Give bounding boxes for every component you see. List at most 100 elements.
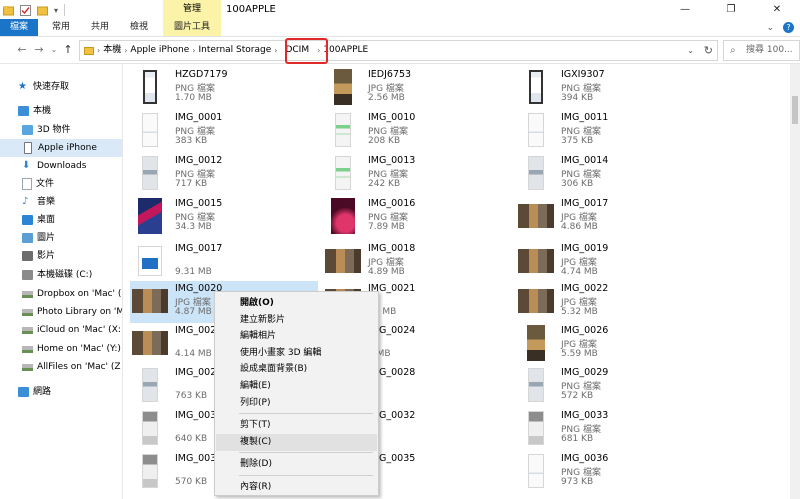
file-tile[interactable]: IMG_0019 JPG 檔案 4.74 MB bbox=[516, 241, 704, 283]
file-tile[interactable]: IMG_0017 JPG 檔案 4.86 MB bbox=[516, 196, 704, 238]
context-menu-item[interactable]: 內容(R) bbox=[216, 479, 377, 496]
breadcrumb-this-pc[interactable]: 本機 bbox=[103, 41, 121, 60]
contextual-tab-manage[interactable]: 管理 bbox=[163, 0, 221, 19]
help-icon[interactable]: ? bbox=[783, 22, 794, 33]
minimize-button[interactable]: — bbox=[662, 0, 708, 19]
nav-item[interactable]: Home on 'Mac' (Y:) bbox=[22, 340, 121, 358]
video-file-icon bbox=[138, 246, 162, 276]
file-tile[interactable]: IMG_0017 9.31 MB bbox=[130, 241, 318, 283]
maximize-button[interactable]: ❐ bbox=[708, 0, 754, 19]
title-separator bbox=[64, 4, 66, 16]
properties-check-icon[interactable] bbox=[20, 4, 31, 16]
phone-icon bbox=[24, 142, 32, 154]
file-tile[interactable]: IMG_0016 PNG 檔案 7.89 MB bbox=[323, 196, 511, 238]
file-size: 34.3 MB bbox=[175, 222, 212, 232]
context-menu-item[interactable]: 設成桌面背景(B) bbox=[216, 361, 377, 378]
context-menu-item[interactable]: 列印(P) bbox=[216, 395, 377, 412]
file-tile[interactable]: IMG_0012 PNG 檔案 717 KB bbox=[130, 153, 318, 195]
file-tile[interactable]: IEDJ6753 JPG 檔案 2.56 MB bbox=[323, 67, 511, 109]
file-name: IMG_003 bbox=[175, 453, 217, 464]
breadcrumb-chevron-icon[interactable]: › bbox=[274, 41, 277, 60]
tab-picture-tools[interactable]: 圖片工具 bbox=[163, 19, 221, 36]
tab-share[interactable]: 共用 bbox=[83, 19, 117, 36]
forward-arrow-icon[interactable]: → bbox=[31, 37, 47, 63]
nav-item[interactable]: 本機磁碟 (C:) bbox=[22, 266, 92, 284]
nav-item[interactable]: Photo Library on 'M bbox=[22, 303, 122, 321]
file-name: IMG_002 bbox=[175, 325, 217, 336]
breadcrumb-apple-iphone[interactable]: Apple iPhone bbox=[130, 41, 189, 60]
file-tile[interactable]: IMG_0010 PNG 檔案 208 KB bbox=[323, 110, 511, 152]
vertical-scrollbar[interactable] bbox=[790, 64, 800, 499]
breadcrumb-internal-storage[interactable]: Internal Storage bbox=[199, 41, 272, 60]
nav-item[interactable]: AllFiles on 'Mac' (Z bbox=[22, 358, 121, 376]
new-folder-icon[interactable] bbox=[37, 5, 48, 16]
file-tile[interactable]: IMG_0015 PNG 檔案 34.3 MB bbox=[130, 196, 318, 238]
breadcrumb-chevron-icon[interactable]: › bbox=[124, 41, 127, 60]
screenshot-thumbnail bbox=[528, 368, 544, 402]
scrollbar-thumb[interactable] bbox=[792, 96, 798, 124]
search-box[interactable]: ⌕ 搜尋 100... bbox=[723, 40, 800, 61]
quick-access-toolbar: ▾ bbox=[3, 3, 66, 17]
breadcrumb-chevron-icon[interactable]: › bbox=[192, 41, 195, 60]
address-bar[interactable]: › 本機 › Apple iPhone › Internal Storage ›… bbox=[79, 40, 718, 61]
nav-item[interactable]: 影片 bbox=[22, 247, 55, 265]
nav-item[interactable]: 圖片 bbox=[22, 229, 55, 247]
file-tile[interactable]: HZGD7179 PNG 檔案 1.70 MB bbox=[130, 67, 318, 109]
context-menu-item[interactable]: 開啟(O) bbox=[216, 295, 377, 312]
file-tile[interactable]: IMG_0029 PNG 檔案 572 KB bbox=[516, 365, 704, 407]
back-arrow-icon[interactable]: ← bbox=[14, 37, 30, 63]
context-menu-item[interactable]: 使用小畫家 3D 編輯 bbox=[216, 345, 377, 362]
file-tile[interactable]: IMG_0018 JPG 檔案 4.89 MB bbox=[323, 241, 511, 283]
file-name: IMG_0029 bbox=[561, 367, 609, 378]
close-button[interactable]: ✕ bbox=[754, 0, 800, 19]
address-dropdown-icon[interactable]: ⌄ bbox=[687, 41, 694, 60]
file-size: 1.70 MB bbox=[175, 93, 212, 103]
file-size: 717 KB bbox=[175, 179, 208, 189]
file-tile[interactable]: IMG_0036 PNG 檔案 973 KB bbox=[516, 451, 704, 493]
pictures-icon bbox=[22, 233, 33, 243]
tab-home[interactable]: 常用 bbox=[44, 19, 78, 36]
file-name: IMG_0019 bbox=[561, 243, 609, 254]
tab-view[interactable]: 檢視 bbox=[122, 19, 156, 36]
file-tile[interactable]: IGXI9307 PNG 檔案 394 KB bbox=[516, 67, 704, 109]
nav-item[interactable]: 網路 bbox=[18, 383, 51, 401]
network-drive-icon bbox=[22, 290, 33, 298]
refresh-icon[interactable]: ↻ bbox=[704, 41, 713, 60]
up-arrow-icon[interactable]: ↑ bbox=[60, 37, 76, 63]
nav-item[interactable]: 文件 bbox=[22, 175, 54, 193]
music-icon: ♪ bbox=[22, 196, 29, 207]
nav-item[interactable]: Dropbox on 'Mac' ( bbox=[22, 285, 121, 303]
nav-item[interactable]: 本機 bbox=[18, 102, 51, 120]
qat-dropdown-icon[interactable]: ▾ bbox=[54, 6, 58, 15]
breadcrumb-100apple[interactable]: 100APPLE bbox=[323, 41, 368, 60]
file-tile[interactable]: IMG_0013 PNG 檔案 242 KB bbox=[323, 153, 511, 195]
nav-item[interactable]: ♪ 音樂 bbox=[22, 193, 55, 211]
file-tile[interactable]: IMG_0001 PNG 檔案 383 KB bbox=[130, 110, 318, 152]
context-menu-item[interactable]: 建立新影片 bbox=[216, 312, 377, 329]
nav-item[interactable]: ★ 快速存取 bbox=[18, 78, 69, 96]
file-name: IMG_0026 bbox=[561, 325, 609, 336]
file-tile[interactable]: IMG_0033 PNG 檔案 681 KB bbox=[516, 408, 704, 450]
nav-item[interactable]: Apple iPhone bbox=[0, 139, 122, 157]
file-tile[interactable]: IMG_0026 JPG 檔案 5.59 MB bbox=[516, 323, 704, 365]
context-menu-item[interactable]: 複製(C) bbox=[216, 433, 377, 451]
photo-thumbnail bbox=[518, 249, 554, 273]
nav-item[interactable]: iCloud on 'Mac' (X: bbox=[22, 321, 121, 339]
folder-icon[interactable] bbox=[3, 5, 14, 16]
nav-item[interactable]: 3D 物件 bbox=[22, 121, 71, 139]
expand-ribbon-icon[interactable]: ⌄ bbox=[766, 23, 774, 33]
file-tile[interactable]: IMG_0022 JPG 檔案 5.32 MB bbox=[516, 281, 704, 323]
nav-item[interactable]: 桌面 bbox=[22, 211, 55, 229]
nav-item[interactable]: ⬇ Downloads bbox=[22, 157, 86, 175]
tab-file[interactable]: 檔案 bbox=[0, 19, 38, 36]
file-tile[interactable]: IMG_0011 PNG 檔案 375 KB bbox=[516, 110, 704, 152]
context-menu-item[interactable]: 剪下(T) bbox=[216, 417, 377, 434]
context-menu-item[interactable]: 編輯相片 bbox=[216, 328, 377, 345]
computer-icon bbox=[18, 106, 29, 116]
screenshot-thumbnail bbox=[335, 113, 351, 147]
context-menu-item[interactable]: 編輯(E) bbox=[216, 378, 377, 395]
file-size: 375 KB bbox=[561, 136, 594, 146]
context-menu-item[interactable]: 刪除(D) bbox=[216, 456, 377, 473]
nav-item-label: 音樂 bbox=[37, 197, 56, 207]
file-tile[interactable]: IMG_0014 PNG 檔案 306 KB bbox=[516, 153, 704, 195]
